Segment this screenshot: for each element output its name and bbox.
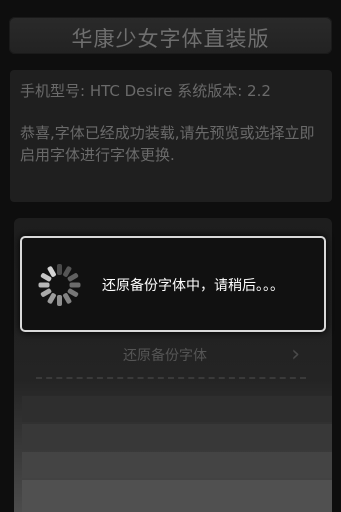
app-title: 华康少女字体直装版 <box>71 27 270 51</box>
chevron-right-icon: › <box>291 342 300 367</box>
progress-message: 还原备份字体中，请稍后。。。 <box>102 278 284 294</box>
list-row-placeholder <box>22 396 332 422</box>
list-row-placeholder <box>22 480 332 512</box>
perforated-edge <box>10 222 20 512</box>
dashed-divider <box>36 377 306 379</box>
list-row-placeholder <box>22 424 332 450</box>
title-bar: 华康少女字体直装版 <box>9 17 332 54</box>
device-info-text: 手机型号: HTC Desire 系统版本: 2.2 <box>20 82 271 100</box>
restore-backup-font-label: 还原备份字体 <box>123 348 207 364</box>
install-status-message: 恭喜,字体已经成功装载,请先预览或选择立即启用字体进行字体更换. <box>20 124 315 164</box>
loading-spinner-icon <box>36 262 82 308</box>
restore-backup-font-item[interactable]: 还原备份字体 › <box>24 340 306 370</box>
device-info-panel: 手机型号: HTC Desire 系统版本: 2.2 恭喜,字体已经成功装载,请… <box>10 70 332 202</box>
progress-dialog: 还原备份字体中，请稍后。。。 <box>20 236 326 332</box>
list-row-placeholder <box>22 452 332 478</box>
